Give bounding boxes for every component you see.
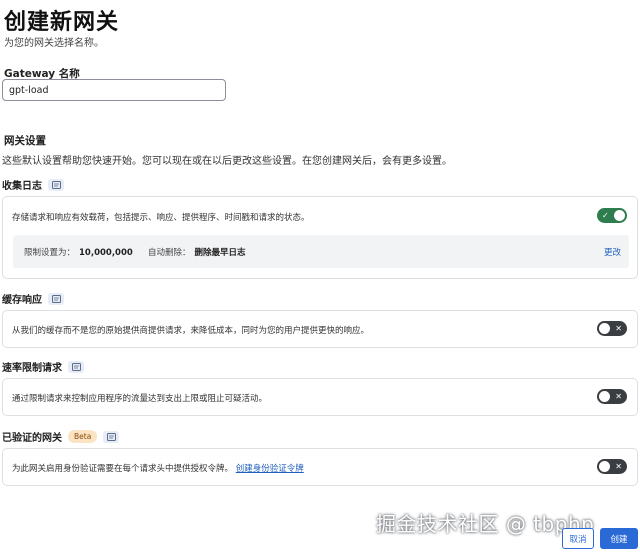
auth-section-title: 已验证的网关 Beta: [2, 429, 120, 444]
limit-setting: 限制设置为： 10,000,000: [24, 246, 133, 258]
toggle-knob: [599, 323, 610, 334]
document-icon[interactable]: [103, 430, 120, 443]
x-icon: ✕: [615, 392, 622, 401]
cache-description: 从我们的缓存而不是您的原始提供商提供请求，来降低成本，同时为您的用户提供更快的响…: [12, 326, 370, 336]
toggle-knob: [599, 461, 610, 472]
cache-section-title: 缓存响应: [2, 291, 64, 306]
cache-toggle[interactable]: ✕: [597, 321, 627, 336]
gateway-name-input[interactable]: [2, 79, 226, 101]
limit-value: 10,000,000: [79, 248, 133, 258]
toggle-knob: [614, 210, 625, 221]
settings-heading: 网关设置: [4, 135, 46, 147]
logs-section-title: 收集日志: [2, 177, 64, 192]
auth-card: 为此网关启用身份验证需要在每个请求头中提供授权令牌。 创建身份验证令牌 ✕: [2, 448, 638, 486]
create-token-link[interactable]: 创建身份验证令牌: [236, 464, 304, 474]
cache-title-text: 缓存响应: [2, 295, 42, 306]
document-icon[interactable]: [68, 360, 84, 373]
page-title: 创建新网关: [4, 10, 120, 35]
toggle-knob: [599, 391, 610, 402]
logs-description: 存储请求和响应有效载荷，包括提示、响应、提供程序、时间戳和请求的状态。: [12, 213, 310, 223]
document-icon[interactable]: [48, 292, 64, 305]
x-icon: ✕: [615, 324, 622, 333]
cancel-button[interactable]: 取消: [562, 528, 594, 549]
rate-limit-description: 通过限制请求来控制应用程序的流量达到支出上限或阻止可疑活动。: [12, 394, 268, 404]
rate-limit-card: 通过限制请求来控制应用程序的流量达到支出上限或阻止可疑活动。 ✕: [2, 378, 638, 416]
auth-title-text: 已验证的网关: [2, 433, 62, 444]
auto-delete-value: 删除最早日志: [194, 248, 246, 258]
rate-limit-section-title: 速率限制请求: [2, 359, 84, 374]
logs-limit-panel: 限制设置为： 10,000,000 自动删除： 删除最早日志 更改: [13, 235, 629, 268]
check-icon: ✓: [602, 211, 609, 220]
create-button[interactable]: 创建: [600, 528, 638, 549]
rate-limit-toggle[interactable]: ✕: [597, 389, 627, 404]
auth-description-row: 为此网关启用身份验证需要在每个请求头中提供授权令牌。 创建身份验证令牌: [12, 462, 304, 474]
logs-card: 存储请求和响应有效载荷，包括提示、响应、提供程序、时间戳和请求的状态。 ✓ 限制…: [2, 196, 638, 279]
page-subtitle: 为您的网关选择名称。: [4, 38, 104, 49]
document-icon[interactable]: [48, 178, 64, 191]
change-link[interactable]: 更改: [604, 246, 621, 258]
cache-card: 从我们的缓存而不是您的原始提供商提供请求，来降低成本，同时为您的用户提供更快的响…: [2, 310, 638, 348]
beta-badge: Beta: [68, 430, 98, 443]
auto-delete-setting: 自动删除： 删除最早日志: [148, 246, 246, 258]
settings-description: 这些默认设置帮助您快速开始。您可以现在或在以后更改这些设置。在您创建网关后，会有…: [2, 156, 452, 167]
logs-toggle[interactable]: ✓: [597, 208, 627, 223]
rate-limit-title-text: 速率限制请求: [2, 363, 62, 374]
x-icon: ✕: [615, 462, 622, 471]
logs-title-text: 收集日志: [2, 181, 42, 192]
auto-delete-label: 自动删除：: [148, 248, 191, 258]
limit-label: 限制设置为：: [24, 248, 76, 258]
auth-description: 为此网关启用身份验证需要在每个请求头中提供授权令牌。: [12, 464, 234, 474]
auth-toggle[interactable]: ✕: [597, 459, 627, 474]
